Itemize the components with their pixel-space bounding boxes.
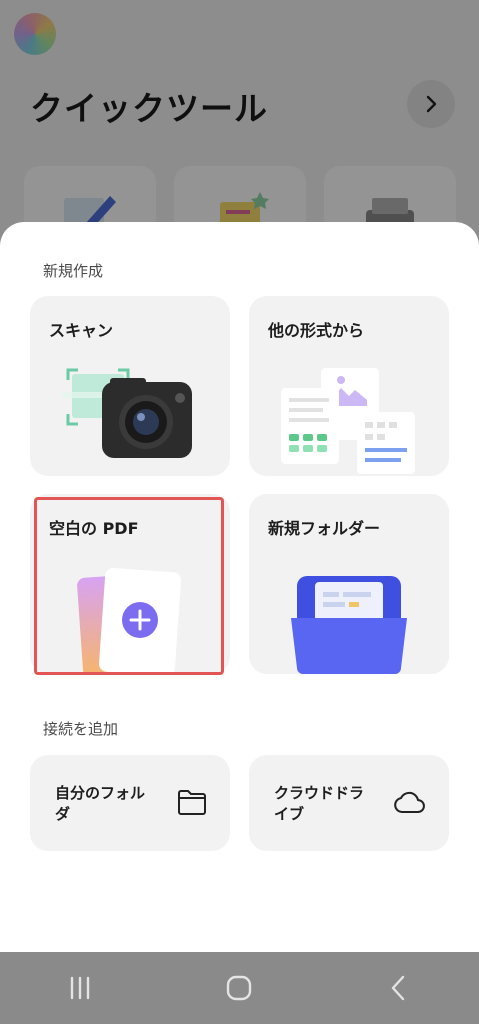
cloud-drive-card[interactable]: クラウドドラ イブ — [249, 755, 449, 851]
other-format-card-label: 他の形式から — [268, 321, 365, 340]
blank-pdf-card-label: 空白の PDF — [49, 519, 139, 538]
blank-pdf-icon — [77, 568, 181, 674]
back-button[interactable] — [369, 958, 429, 1018]
cloud-icon — [394, 791, 425, 813]
system-navigation-bar — [0, 952, 479, 1024]
my-folder-label: 自分のフォル ダ — [55, 784, 146, 823]
scan-card-label: スキャン — [49, 321, 114, 340]
recent-apps-icon — [70, 976, 90, 1000]
documents-icon — [281, 368, 415, 474]
cloud-drive-label: クラウドドラ イブ — [274, 784, 365, 823]
folder-illustration-icon — [291, 576, 407, 674]
my-folder-card[interactable]: 自分のフォル ダ — [30, 755, 230, 851]
home-button[interactable] — [209, 958, 269, 1018]
home-icon — [227, 975, 252, 1001]
recent-apps-button[interactable] — [50, 958, 110, 1018]
new-folder-card[interactable]: 新規フォルダー — [249, 494, 449, 674]
camera-icon — [62, 368, 192, 458]
blank-pdf-card[interactable]: 空白の PDF — [30, 494, 230, 674]
new-folder-card-label: 新規フォルダー — [268, 519, 381, 538]
back-icon — [391, 975, 405, 1001]
section-title-connect: 接続を追加 — [43, 720, 119, 738]
scan-card[interactable]: スキャン — [30, 296, 230, 476]
section-title-new: 新規作成 — [43, 262, 104, 280]
folder-icon — [178, 790, 206, 815]
other-format-card[interactable]: 他の形式から — [249, 296, 449, 476]
